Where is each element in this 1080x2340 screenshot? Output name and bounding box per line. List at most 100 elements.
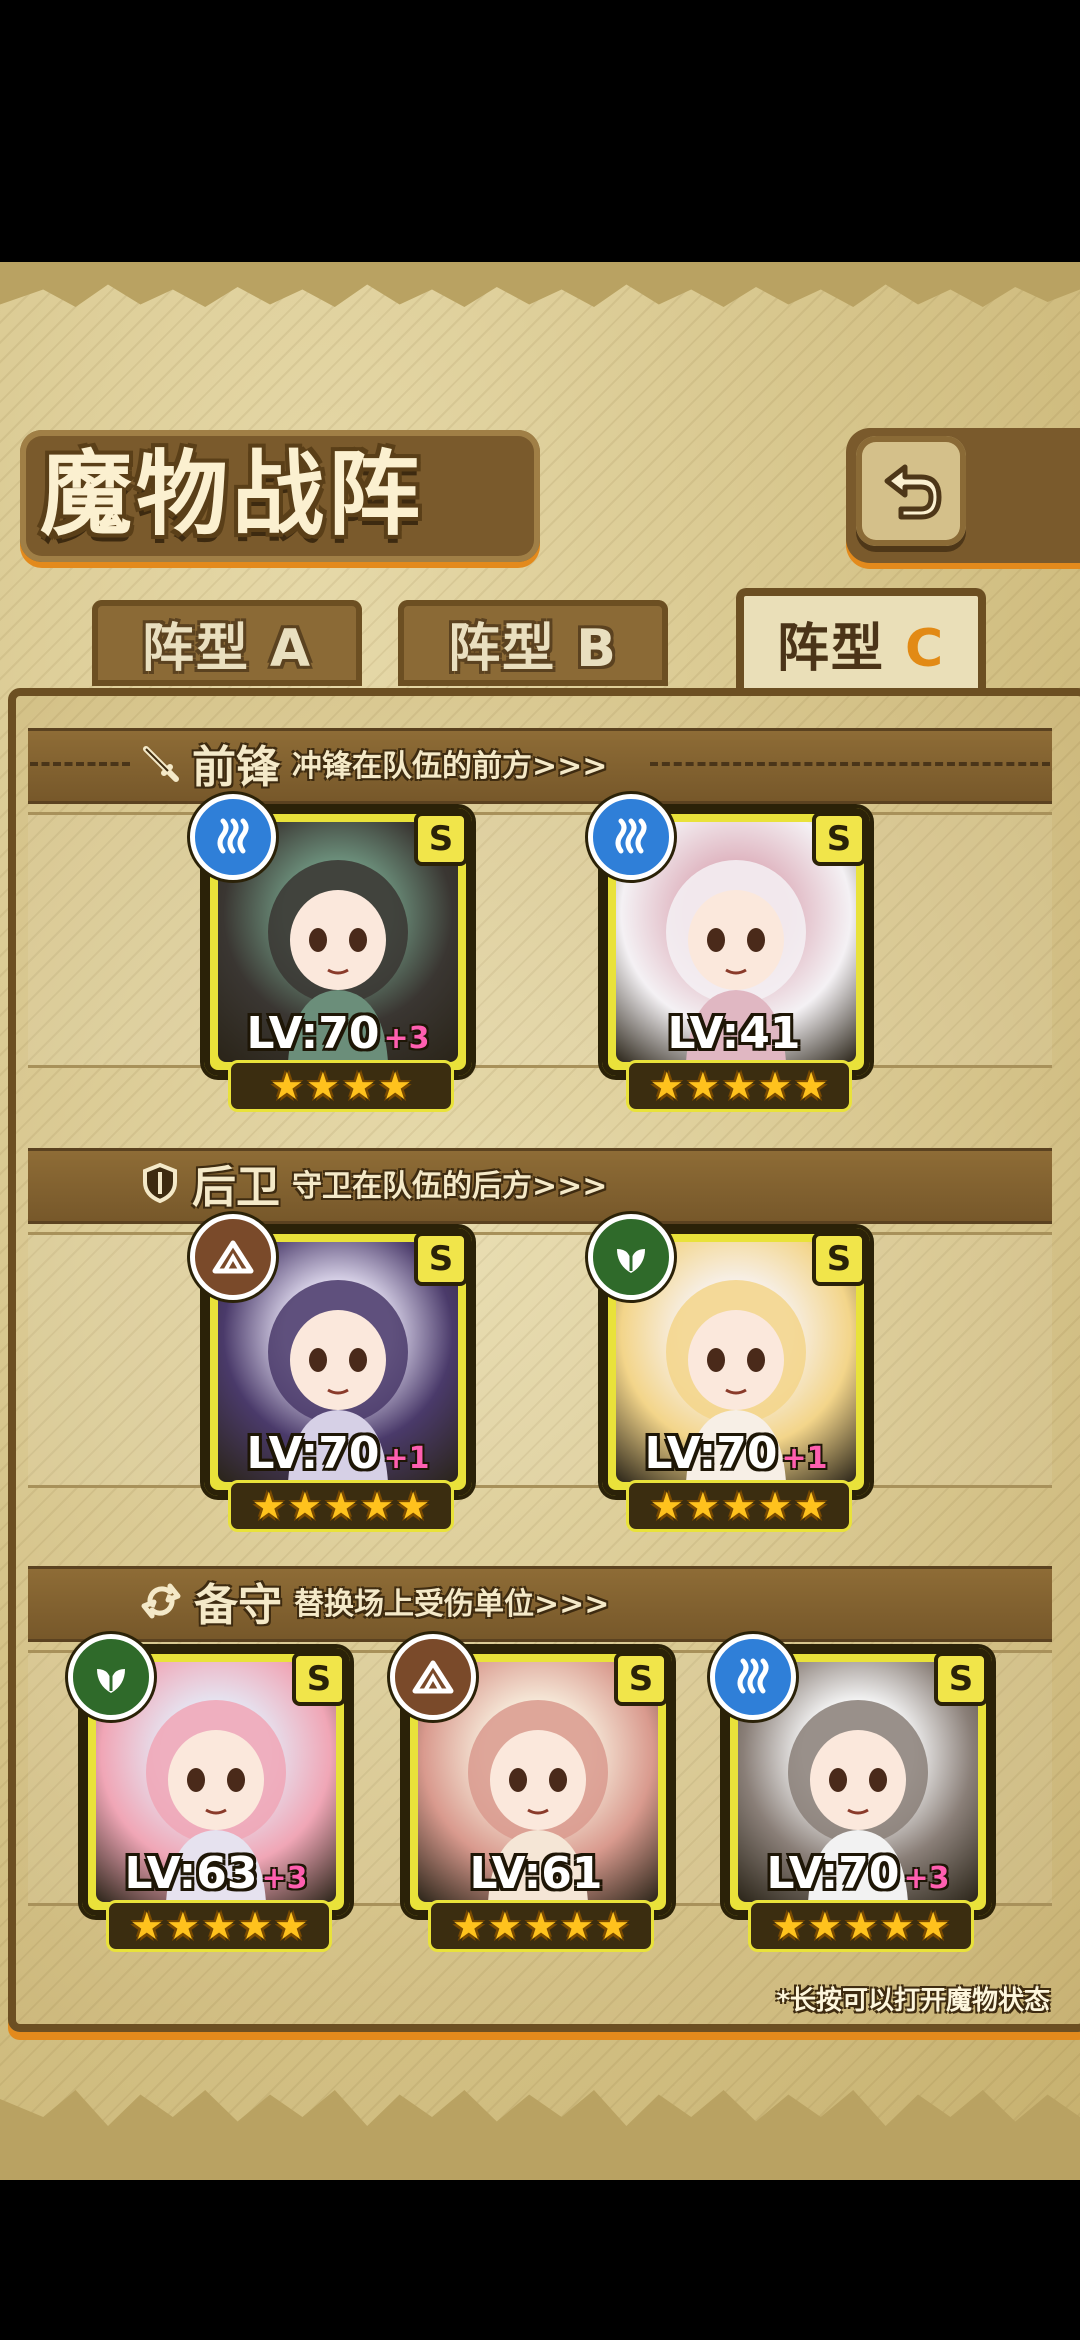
star-icon: ★: [165, 1904, 200, 1948]
star-icon: ★: [685, 1064, 720, 1108]
monster-card[interactable]: S LV:70 +1 ★ ★ ★ ★ ★: [190, 1214, 472, 1532]
level-text: LV:70: [246, 1008, 380, 1059]
level-text: LV:70: [644, 1428, 778, 1479]
monster-card[interactable]: S LV:70 +3 ★ ★ ★ ★ ★: [710, 1634, 992, 1952]
star-icon: ★: [269, 1064, 304, 1108]
page-title: 魔物战阵: [40, 441, 425, 548]
star-icon: ★: [880, 1904, 915, 1948]
star-icon: ★: [721, 1064, 757, 1108]
level-display: LV:63 +3: [102, 1848, 330, 1899]
water-element-icon: [737, 1658, 769, 1694]
star-icon: ★: [560, 1904, 595, 1948]
level-plus: +3: [261, 1861, 308, 1896]
water-element-icon: [217, 818, 249, 854]
sword-icon: [143, 746, 179, 782]
monster-card[interactable]: S LV:70 +1 ★ ★ ★ ★ ★: [588, 1214, 870, 1532]
level-text: LV:70: [246, 1428, 380, 1479]
row-band: [28, 1232, 1052, 1488]
element-badge: [588, 1214, 674, 1300]
star-icon: ★: [807, 1904, 842, 1948]
star-rating: ★ ★ ★ ★: [228, 1060, 454, 1112]
monster-card[interactable]: S LV:61 ★ ★ ★ ★ ★: [390, 1634, 672, 1952]
rank-badge: S: [812, 1232, 866, 1286]
section-label-back: 后卫 守卫在队伍的后方>>>: [140, 1148, 607, 1218]
monster-card[interactable]: S LV:41 ★ ★ ★ ★ ★: [588, 794, 870, 1112]
rank-badge: S: [934, 1652, 988, 1706]
star-rating: ★ ★ ★ ★ ★: [626, 1480, 852, 1532]
element-badge: [588, 794, 674, 880]
monster-card[interactable]: S LV:70 +3 ★ ★ ★ ★: [190, 794, 472, 1112]
star-icon: ★: [721, 1484, 757, 1528]
star-icon: ★: [251, 1484, 286, 1528]
level-display: LV:70 +1: [224, 1428, 452, 1479]
star-icon: ★: [794, 1064, 829, 1108]
tab-label: 阵型 B: [448, 618, 618, 679]
star-icon: ★: [238, 1904, 273, 1948]
monster-card[interactable]: S LV:63 +3 ★ ★ ★ ★ ★: [68, 1634, 350, 1952]
rank-badge: S: [414, 1232, 468, 1286]
star-icon: ★: [305, 1064, 340, 1108]
star-icon: ★: [843, 1904, 879, 1948]
star-rating: ★ ★ ★ ★ ★: [626, 1060, 852, 1112]
level-display: LV:61: [424, 1848, 652, 1899]
star-rating: ★ ★ ★ ★ ★: [748, 1900, 974, 1952]
rank-badge: S: [614, 1652, 668, 1706]
star-icon: ★: [649, 1064, 684, 1108]
level-text: LV:63: [124, 1848, 258, 1899]
level-plus: +1: [383, 1441, 430, 1476]
level-plus: +1: [781, 1441, 828, 1476]
element-badge: [710, 1634, 796, 1720]
tab-label-letter: C: [904, 618, 946, 679]
wood-element-icon: [97, 1667, 125, 1693]
rank-badge: S: [812, 812, 866, 866]
star-rating: ★ ★ ★ ★ ★: [106, 1900, 332, 1952]
star-icon: ★: [342, 1064, 377, 1108]
level-display: LV:41: [622, 1008, 850, 1059]
star-icon: ★: [378, 1064, 413, 1108]
level-text: LV:41: [667, 1008, 801, 1059]
star-icon: ★: [323, 1484, 359, 1528]
swap-icon: [141, 1583, 181, 1619]
star-icon: ★: [360, 1484, 395, 1528]
section-name: 备守: [194, 1580, 282, 1631]
level-plus: +3: [383, 1021, 430, 1056]
star-icon: ★: [649, 1484, 684, 1528]
element-badge: [390, 1634, 476, 1720]
star-icon: ★: [287, 1484, 322, 1528]
shield-icon: [143, 1162, 177, 1204]
tab-formation-c[interactable]: 阵型 C: [736, 588, 986, 698]
water-element-icon: [615, 818, 647, 854]
star-icon: ★: [396, 1484, 431, 1528]
star-icon: ★: [794, 1484, 829, 1528]
tab-formation-b[interactable]: 阵型 B: [398, 600, 668, 686]
back-button[interactable]: [856, 436, 966, 546]
star-icon: ★: [487, 1904, 522, 1948]
section-desc: 冲锋在队伍的前方>>>: [292, 749, 608, 784]
star-icon: ★: [523, 1904, 559, 1948]
earth-element-icon: [212, 1240, 254, 1274]
tab-label-main: 阵型: [776, 618, 885, 679]
level-display: LV:70 +1: [622, 1428, 850, 1479]
back-arrow-icon: [884, 464, 942, 520]
section-name: 后卫: [192, 1162, 280, 1213]
level-text: LV:70: [766, 1848, 900, 1899]
section-desc: 替换场上受伤单位>>>: [294, 1587, 610, 1622]
long-press-hint: *长按可以打开魔物状态: [776, 1986, 1050, 2016]
star-icon: ★: [201, 1904, 237, 1948]
star-rating: ★ ★ ★ ★ ★: [228, 1480, 454, 1532]
wood-element-icon: [617, 1247, 645, 1273]
element-badge: [68, 1634, 154, 1720]
divider: [30, 762, 130, 766]
row-band: [28, 812, 1052, 1068]
element-badge: [190, 794, 276, 880]
divider: [650, 762, 1050, 766]
star-icon: ★: [274, 1904, 309, 1948]
star-icon: ★: [129, 1904, 164, 1948]
star-icon: ★: [916, 1904, 951, 1948]
level-display: LV:70 +3: [224, 1008, 452, 1059]
element-badge: [190, 1214, 276, 1300]
tab-formation-a[interactable]: 阵型 A: [92, 600, 362, 686]
section-desc: 守卫在队伍的后方>>>: [292, 1169, 608, 1204]
level-display: LV:70 +3: [744, 1848, 972, 1899]
star-icon: ★: [758, 1484, 793, 1528]
